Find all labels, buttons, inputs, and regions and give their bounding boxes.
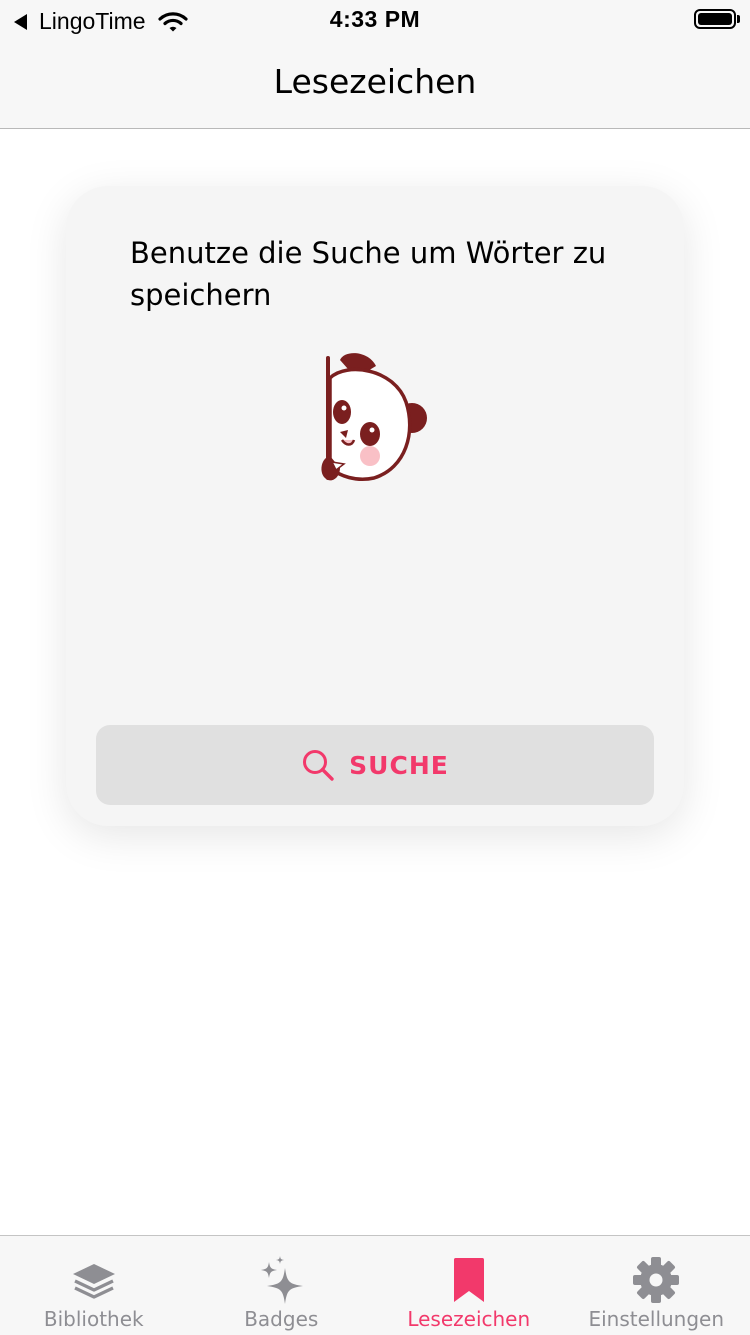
tab-label: Badges xyxy=(244,1307,318,1331)
tab-badges[interactable]: Badges xyxy=(188,1236,376,1335)
search-button-label: SUCHE xyxy=(349,751,449,780)
search-button[interactable]: SUCHE xyxy=(96,725,654,805)
tab-label: Einstellungen xyxy=(588,1307,724,1331)
page-title: Lesezeichen xyxy=(0,62,750,101)
bookmark-icon xyxy=(445,1256,493,1304)
tab-bar: Bibliothek Badges Lesezeichen xyxy=(0,1235,750,1335)
gear-icon xyxy=(632,1256,680,1304)
empty-state-card: Benutze die Suche um Wörter zu speichern… xyxy=(66,186,684,826)
navigation-bar: Lesezeichen xyxy=(0,40,750,129)
status-bar: LingoTime 4:33 PM xyxy=(0,0,750,40)
tab-label: Bibliothek xyxy=(44,1307,144,1331)
tab-einstellungen[interactable]: Einstellungen xyxy=(563,1236,750,1335)
tab-lesezeichen[interactable]: Lesezeichen xyxy=(375,1236,563,1335)
tab-bibliothek[interactable]: Bibliothek xyxy=(0,1236,188,1335)
layers-icon xyxy=(70,1256,118,1304)
status-time: 4:33 PM xyxy=(0,6,750,33)
empty-state-message: Benutze die Suche um Wörter zu speichern xyxy=(130,232,650,316)
panda-illustration xyxy=(316,352,436,484)
battery-icon xyxy=(694,9,736,29)
battery-tip xyxy=(737,15,740,23)
sparkles-icon xyxy=(257,1256,305,1304)
tab-label: Lesezeichen xyxy=(407,1307,530,1331)
search-icon xyxy=(301,748,335,782)
